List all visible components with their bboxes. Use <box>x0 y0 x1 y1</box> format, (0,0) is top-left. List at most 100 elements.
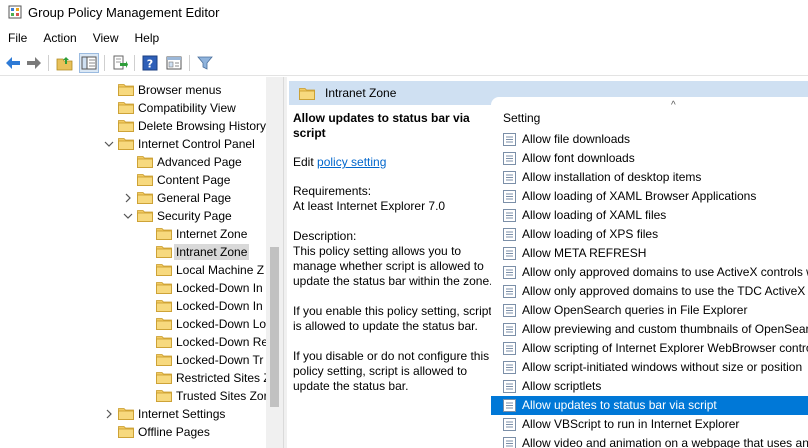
svg-text:?: ? <box>147 58 153 71</box>
folder-icon <box>118 138 134 150</box>
chevron-right-icon[interactable] <box>123 193 133 203</box>
help-icon[interactable]: ? <box>140 53 160 73</box>
list-item[interactable]: Allow video and animation on a webpage t… <box>491 434 808 448</box>
tree-item[interactable]: General Page <box>125 189 283 207</box>
list-item[interactable]: Allow installation of desktop items <box>491 168 808 187</box>
list-item-label: Allow scripting of Internet Explorer Web… <box>522 341 808 355</box>
list-item[interactable]: Allow scriptlets <box>491 377 808 396</box>
list-item-label: Allow only approved domains to use Activ… <box>522 265 808 279</box>
tree-item[interactable]: Advanced Page <box>137 153 283 171</box>
show-hide-tree-icon[interactable] <box>79 53 99 73</box>
toolbar-separator <box>134 55 135 71</box>
list-item[interactable]: Allow VBScript to run in Internet Explor… <box>491 415 808 434</box>
tree-item-label: General Page <box>157 191 232 205</box>
tree-scrollbar-thumb[interactable] <box>270 247 279 407</box>
list-item-label: Allow updates to status bar via script <box>522 398 717 412</box>
menu-action[interactable]: Action <box>35 27 84 49</box>
tree-item[interactable]: Locked-Down Lo <box>156 315 283 333</box>
tree-scrollbar[interactable] <box>266 77 283 448</box>
window-title: Group Policy Management Editor <box>28 5 220 20</box>
filter-icon[interactable] <box>195 53 215 73</box>
tree-item-label: Locked-Down Lo <box>176 317 267 331</box>
edit-line: Edit policy setting <box>293 155 493 170</box>
requirements-value: At least Internet Explorer 7.0 <box>293 199 446 213</box>
list-item-label: Allow loading of XAML files <box>522 208 667 222</box>
tree-item[interactable]: Browser menus <box>118 81 283 99</box>
tree-item-label: Trusted Sites Zor <box>176 389 268 403</box>
chevron-down-icon[interactable] <box>123 211 133 221</box>
folder-icon <box>118 84 134 96</box>
list-item-label: Allow font downloads <box>522 151 635 165</box>
back-icon[interactable] <box>3 53 23 73</box>
folder-icon <box>156 282 172 294</box>
tree-item[interactable]: Locked-Down In <box>156 279 283 297</box>
list-item-label: Allow OpenSearch queries in File Explore… <box>522 303 748 317</box>
tree-item-label: Browser menus <box>138 83 222 97</box>
tree-item-label: Delete Browsing History <box>138 119 267 133</box>
chevron-right-icon[interactable] <box>104 409 114 419</box>
chevron-down-icon[interactable] <box>104 139 114 149</box>
menu-file[interactable]: File <box>0 27 35 49</box>
list-item[interactable]: Allow script-initiated windows without s… <box>491 358 808 377</box>
up-folder-icon[interactable] <box>55 53 75 73</box>
list-item[interactable]: Allow previewing and custom thumbnails o… <box>491 320 808 339</box>
folder-icon <box>299 88 315 100</box>
tree-item[interactable]: Internet Settings <box>106 405 283 423</box>
tree-item[interactable]: Local Machine Z <box>156 261 283 279</box>
tree-item-label: Internet Control Panel <box>138 137 255 151</box>
list-item-label: Allow only approved domains to use the T… <box>522 284 808 298</box>
folder-icon <box>156 228 172 240</box>
policy-setting-icon <box>503 285 516 298</box>
list-item[interactable]: Allow scripting of Internet Explorer Web… <box>491 339 808 358</box>
tree-item[interactable]: Security Page <box>123 207 283 225</box>
list-item-label: Allow installation of desktop items <box>522 170 702 184</box>
tree-item[interactable]: Restricted Sites Z <box>156 369 283 387</box>
list-item[interactable]: Allow loading of XPS files <box>491 225 808 244</box>
tree-item[interactable]: Compatibility View <box>118 99 283 117</box>
list-item-label: Allow scriptlets <box>522 379 602 393</box>
policy-setting-icon <box>503 209 516 222</box>
tree-item[interactable]: Internet Zone <box>156 225 283 243</box>
policy-setting-link[interactable]: policy setting <box>317 155 386 169</box>
folder-icon <box>156 300 172 312</box>
tree-item[interactable]: Delete Browsing History <box>118 117 283 135</box>
tree-item[interactable]: Offline Pages <box>118 423 283 441</box>
zone-header-title: Intranet Zone <box>325 86 397 100</box>
menu-view[interactable]: View <box>85 27 127 49</box>
tree-item[interactable]: Internet Control Panel <box>104 135 283 153</box>
list-item[interactable]: Allow only approved domains to use Activ… <box>491 263 808 282</box>
tree-item[interactable]: Content Page <box>137 171 283 189</box>
folder-icon <box>137 174 153 186</box>
tree-item[interactable]: Trusted Sites Zor <box>156 387 283 405</box>
tree-item-label: Offline Pages <box>138 425 210 439</box>
tree-item-label: Locked-Down Re <box>176 335 269 349</box>
list-item[interactable]: Allow updates to status bar via script <box>491 396 808 415</box>
forward-icon[interactable] <box>24 53 44 73</box>
group-policy-icon <box>8 5 22 19</box>
setting-heading: Allow updates to status bar via script <box>293 111 470 140</box>
properties-icon[interactable] <box>164 53 184 73</box>
toolbar-separator <box>48 55 49 71</box>
list-item[interactable]: Allow OpenSearch queries in File Explore… <box>491 301 808 320</box>
list-item[interactable]: Allow META REFRESH <box>491 244 808 263</box>
list-item[interactable]: Allow only approved domains to use the T… <box>491 282 808 301</box>
tree-item-label: Compatibility View <box>138 101 236 115</box>
tree-item[interactable]: Intranet Zone <box>156 243 283 261</box>
tree-item[interactable]: Locked-Down Tr <box>156 351 283 369</box>
tree-item-label: Internet Settings <box>138 407 226 421</box>
list-item[interactable]: Allow font downloads <box>491 149 808 168</box>
menu-help[interactable]: Help <box>127 27 168 49</box>
list-item[interactable]: Allow loading of XAML files <box>491 206 808 225</box>
list-item[interactable]: Allow file downloads <box>491 130 808 149</box>
list-item-label: Allow video and animation on a webpage t… <box>522 436 808 448</box>
policy-setting-icon <box>503 361 516 374</box>
folder-icon <box>156 390 172 402</box>
list-item[interactable]: Allow loading of XAML Browser Applicatio… <box>491 187 808 206</box>
tree-item[interactable]: Locked-Down In <box>156 297 283 315</box>
list-item-label: Allow script-initiated windows without s… <box>522 360 803 374</box>
tree-item-label: Security Page <box>157 209 232 223</box>
policy-setting-icon <box>503 190 516 203</box>
export-list-icon[interactable] <box>110 53 130 73</box>
column-header-setting[interactable]: Setting <box>503 111 540 125</box>
tree-item[interactable]: Locked-Down Re <box>156 333 283 351</box>
